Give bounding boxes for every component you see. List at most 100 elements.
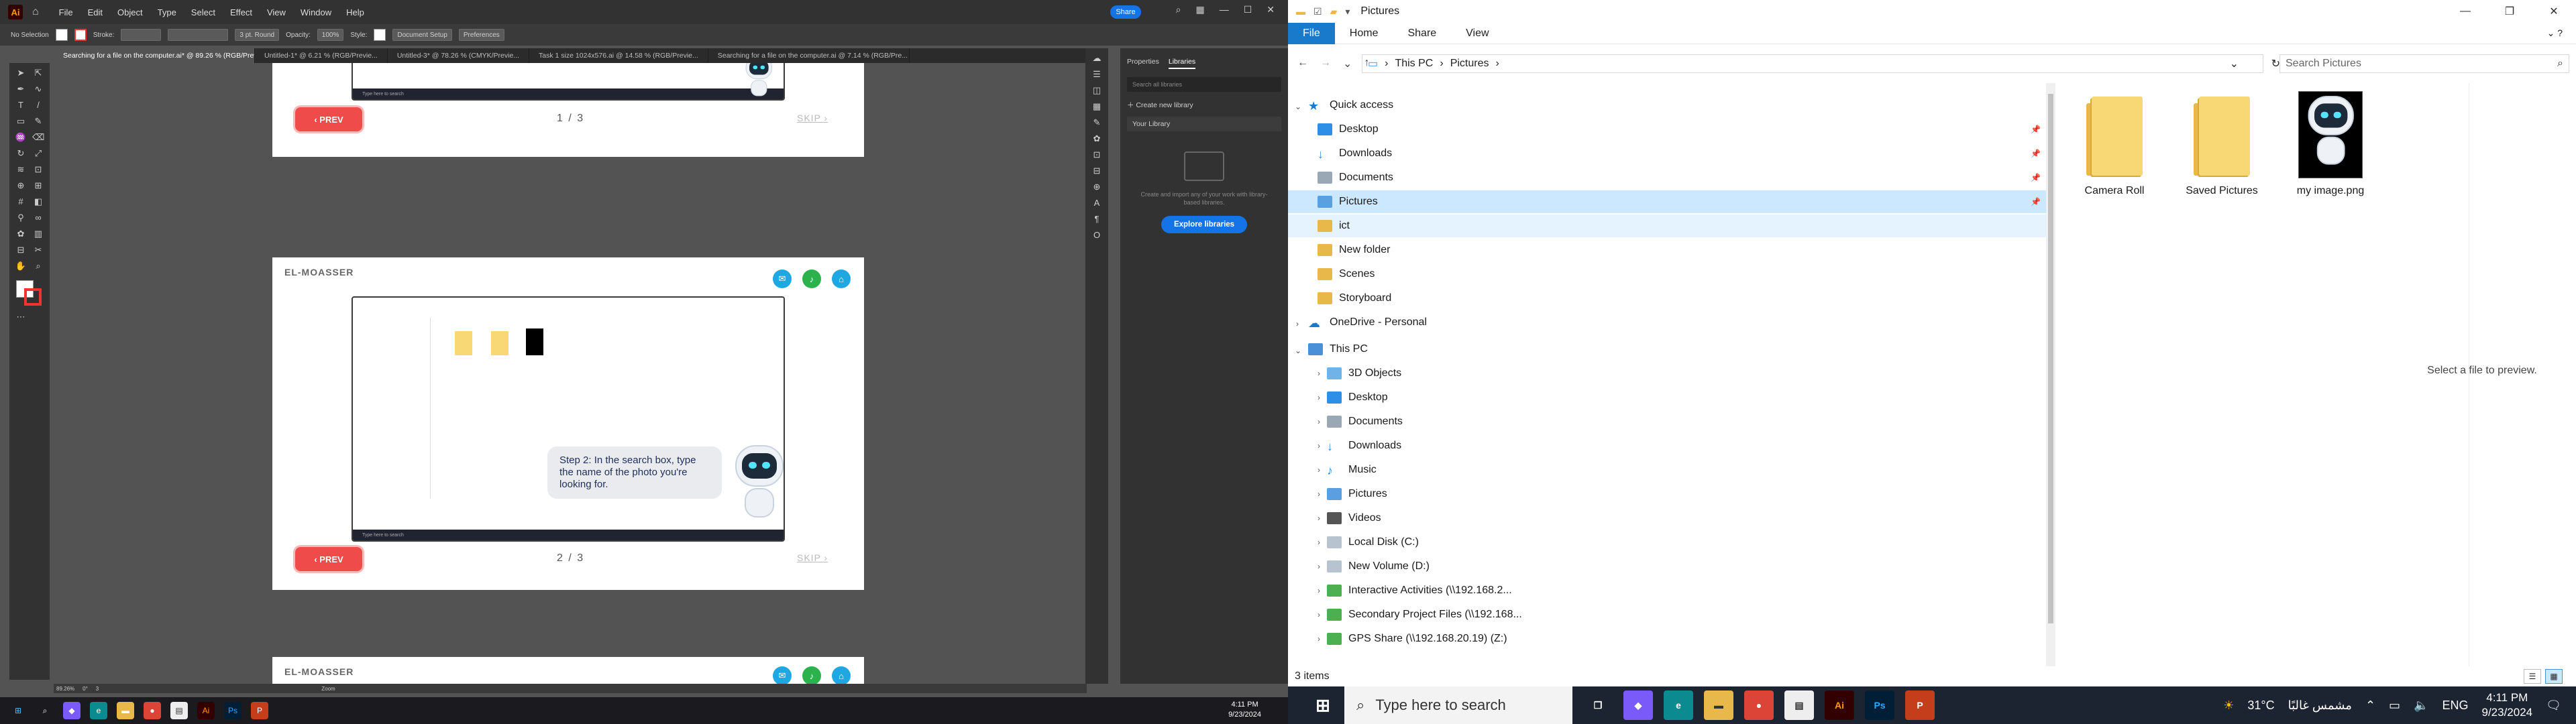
chrome-icon[interactable]: ●	[1744, 690, 1774, 720]
prev-button[interactable]: ‹ PREV	[295, 107, 362, 131]
rotation-angle[interactable]: 0°	[83, 686, 88, 692]
graph-tool-icon[interactable]: ▥	[32, 228, 44, 240]
perspective-tool-icon[interactable]: ⊞	[32, 180, 44, 192]
sound-icon[interactable]: ♪	[802, 666, 821, 684]
notification-icon[interactable]: 🗨	[2546, 699, 2561, 713]
warp-tool-icon[interactable]: ≋	[15, 164, 27, 176]
volume-icon[interactable]: 🔈	[2414, 699, 2428, 713]
windows-start-icon[interactable]: ⊞	[9, 702, 27, 719]
nav-onedrive[interactable]: ☁ OneDrive - Personal	[1308, 311, 2046, 334]
nav-pc-desktop[interactable]: › Desktop	[1318, 386, 2046, 409]
properties-icon[interactable]: ☑	[1313, 6, 1322, 17]
canvas[interactable]: Type here to search ‹ PREV 1 / 3 SKIP › …	[54, 63, 1080, 684]
windows-start-icon[interactable]: ⊞	[1308, 690, 1338, 720]
shape-builder-tool-icon[interactable]: ⊕	[15, 180, 27, 192]
blend-tool-icon[interactable]: ∞	[32, 212, 44, 224]
stroke-swatch[interactable]	[74, 29, 87, 41]
menu-window[interactable]: Window	[301, 7, 331, 17]
nav-ict[interactable]: ict	[1288, 215, 2046, 237]
doc-tab[interactable]: Task 1 size 1024x576.ai @ 14.58 % (RGB/P…	[529, 48, 708, 63]
zoom-tool-icon[interactable]: ⌕	[32, 260, 44, 272]
chevron-up-icon[interactable]: ⌃	[2365, 699, 2375, 713]
scale-tool-icon[interactable]: ⤢	[32, 147, 44, 160]
menu-edit[interactable]: Edit	[88, 7, 103, 17]
fill-swatch[interactable]	[55, 29, 68, 41]
share-button[interactable]: Share	[1110, 5, 1141, 19]
direct-selection-tool-icon[interactable]: ⇱	[32, 67, 44, 79]
tab-share[interactable]: Share	[1393, 23, 1451, 44]
recent-icon[interactable]: ⌄	[1343, 57, 1352, 70]
fill-stroke-swatches[interactable]	[16, 280, 43, 307]
menu-type[interactable]: Type	[158, 7, 176, 17]
search-icon[interactable]: ⌕	[36, 702, 54, 719]
menu-object[interactable]: Object	[117, 7, 143, 17]
close-icon[interactable]: ✕	[2532, 0, 2576, 23]
arrange-icon[interactable]: ▦	[1195, 4, 1204, 15]
forward-icon[interactable]: →	[1320, 57, 1331, 70]
refresh-icon[interactable]: ↻	[2271, 57, 2280, 70]
doc-tab[interactable]: Untitled-1* @ 6.21 % (RGB/Previe...	[255, 48, 388, 63]
file-tile-camera-roll[interactable]: Camera Roll	[2068, 91, 2161, 197]
large-icons-view-icon[interactable]: ▦	[2545, 669, 2563, 684]
gradient-tool-icon[interactable]: ◧	[32, 196, 44, 208]
chrome-icon[interactable]: ●	[144, 702, 161, 719]
transform-panel-icon[interactable]: ⊡	[1091, 149, 1103, 161]
network-icon[interactable]: ▭	[2389, 699, 2400, 713]
tab-file[interactable]: File	[1288, 22, 1335, 44]
stroke-weight-field[interactable]	[121, 29, 162, 41]
pin-icon[interactable]: 📌	[2031, 125, 2041, 134]
more-tools-icon[interactable]: ⋯	[15, 311, 27, 323]
chat-icon[interactable]: ✉	[773, 269, 792, 288]
copilot-icon[interactable]: ◆	[1623, 690, 1653, 720]
eyedropper-tool-icon[interactable]: ⚲	[15, 212, 27, 224]
selection-tool-icon[interactable]: ➤	[15, 67, 27, 79]
libraries-panel-icon[interactable]: ☁	[1091, 52, 1103, 64]
chevron-down-icon[interactable]: ⌄	[1295, 346, 1301, 355]
home-slide-icon[interactable]: ⌂	[832, 269, 851, 288]
nav-gps-share[interactable]: › GPS Share (\\192.168.20.19) (Z:)	[1318, 627, 2046, 650]
nav-new-volume-d[interactable]: › New Volume (D:)	[1318, 555, 2046, 578]
home-slide-icon[interactable]: ⌂	[832, 666, 851, 684]
copilot-icon[interactable]: ◆	[63, 702, 80, 719]
preferences-button[interactable]: Preferences	[458, 29, 504, 41]
chevron-down-icon[interactable]: ⌄	[1295, 102, 1301, 111]
file-explorer-icon[interactable]: ▬	[117, 702, 134, 719]
nav-scenes[interactable]: Scenes	[1318, 263, 2046, 286]
file-explorer-icon[interactable]: ▬	[1704, 690, 1733, 720]
style-swatch[interactable]	[374, 29, 386, 41]
nav-interactive-activities[interactable]: › Interactive Activities (\\192.168.2...	[1318, 579, 2046, 602]
edge-icon[interactable]: e	[1664, 690, 1693, 720]
explore-libraries-button[interactable]: Explore libraries	[1161, 216, 1247, 233]
character-panel-icon[interactable]: A	[1091, 197, 1103, 209]
expand-ribbon-icon[interactable]: ⌄ ?	[2547, 27, 2563, 39]
rectangle-tool-icon[interactable]: ▭	[15, 115, 27, 127]
align-panel-icon[interactable]: ⊟	[1091, 165, 1103, 177]
curvature-tool-icon[interactable]: ∿	[32, 83, 44, 95]
weather-temp[interactable]: 31°C	[2247, 699, 2274, 713]
powerpoint-icon[interactable]: P	[1905, 690, 1935, 720]
nav-secondary-project-files[interactable]: › Secondary Project Files (\\192.168...	[1318, 603, 2046, 626]
pin-icon[interactable]: 📌	[2031, 173, 2041, 182]
clock[interactable]: 4:11 PM 9/23/2024	[2482, 690, 2533, 720]
brush-field[interactable]: 3 pt. Round	[235, 29, 280, 41]
swatches-panel-icon[interactable]: ▦	[1091, 101, 1103, 113]
menu-file[interactable]: File	[59, 7, 73, 17]
opentype-panel-icon[interactable]: O	[1091, 229, 1103, 241]
nav-pc-documents[interactable]: › Documents	[1318, 410, 2046, 433]
symbols-panel-icon[interactable]: ✿	[1091, 133, 1103, 145]
tab-home[interactable]: Home	[1335, 23, 1393, 44]
rotate-tool-icon[interactable]: ↻	[15, 147, 27, 160]
address-bar[interactable]: ▭ › This PC › Pictures › ⌄ ↻	[1362, 54, 2280, 73]
chat-icon[interactable]: ✉	[773, 666, 792, 684]
skip-link[interactable]: SKIP ›	[797, 113, 828, 123]
scrollbar-thumb[interactable]	[2048, 94, 2053, 623]
nav-this-pc[interactable]: This PC	[1308, 338, 2046, 361]
file-tile-saved-pictures[interactable]: Saved Pictures	[2175, 91, 2269, 197]
pathfinder-panel-icon[interactable]: ⊕	[1091, 181, 1103, 193]
layers-panel-icon[interactable]: ◫	[1091, 84, 1103, 97]
address-dropdown-icon[interactable]: ⌄	[2230, 57, 2239, 70]
close-icon[interactable]: ✕	[1267, 4, 1275, 15]
eraser-tool-icon[interactable]: ⌫	[32, 131, 44, 143]
nav-downloads[interactable]: ↓ Downloads 📌	[1318, 142, 2046, 165]
chevron-right-icon[interactable]: ›	[1296, 319, 1299, 328]
